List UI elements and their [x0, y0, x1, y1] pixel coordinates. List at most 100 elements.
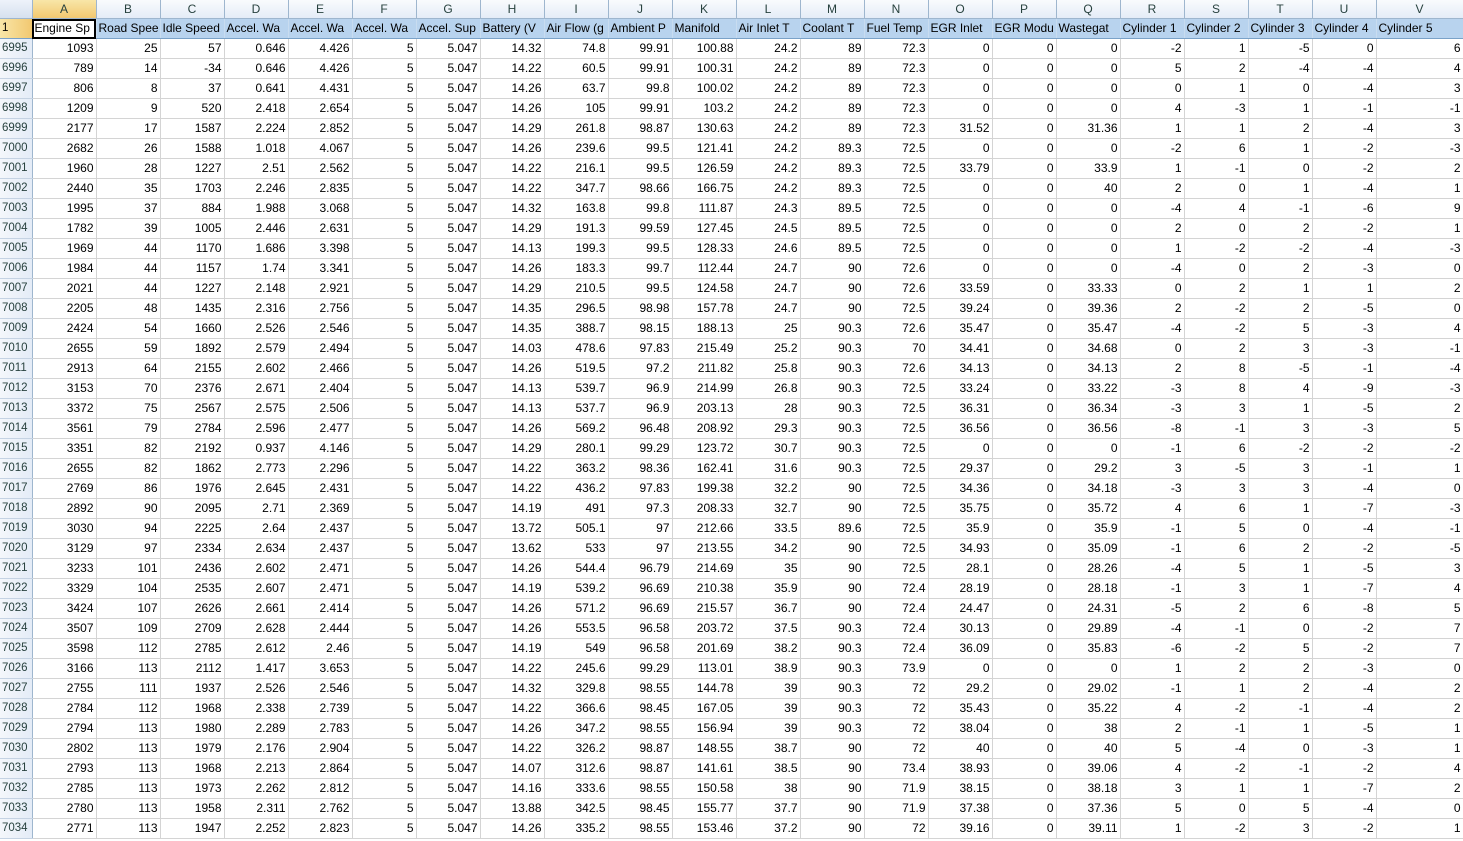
cell[interactable]: 2.444	[288, 618, 353, 639]
cell[interactable]: 2.466	[288, 358, 353, 379]
cell[interactable]: 5	[352, 698, 417, 719]
cell[interactable]: 14.26	[480, 818, 545, 839]
cell[interactable]: 239.6	[544, 138, 609, 159]
cell[interactable]: -1	[1376, 518, 1463, 539]
cell[interactable]: 2.71	[224, 498, 289, 519]
cell[interactable]: 1	[1376, 218, 1463, 239]
cell[interactable]: 14.13	[480, 378, 545, 399]
cell[interactable]: 0	[1376, 658, 1463, 679]
cell[interactable]: 36.31	[928, 398, 993, 419]
cell[interactable]: 1	[1184, 38, 1249, 59]
cell[interactable]: -3	[1376, 238, 1463, 259]
row-header[interactable]: 6995	[0, 38, 33, 59]
row-header[interactable]: 7027	[0, 678, 33, 699]
cell[interactable]: 40	[1056, 738, 1121, 759]
cell[interactable]: -2	[1120, 138, 1185, 159]
cell[interactable]: 2655	[32, 458, 97, 479]
cell[interactable]: 28	[736, 398, 801, 419]
cell[interactable]: 0	[1056, 38, 1121, 59]
cell[interactable]: 72.5	[864, 498, 929, 519]
cell[interactable]: 3153	[32, 378, 97, 399]
cell[interactable]: 0	[992, 578, 1057, 599]
cell[interactable]: 0	[992, 658, 1057, 679]
cell[interactable]: 72	[864, 738, 929, 759]
cell[interactable]: -5	[1376, 538, 1463, 559]
cell[interactable]: 32.2	[736, 478, 801, 499]
cell[interactable]: 0	[1056, 78, 1121, 99]
cell[interactable]: 2771	[32, 818, 97, 839]
cell[interactable]: 1	[1120, 818, 1185, 839]
cell[interactable]: 5.047	[416, 498, 481, 519]
cell[interactable]: 3351	[32, 438, 97, 459]
cell[interactable]: 99.59	[608, 218, 673, 239]
cell[interactable]: 96.9	[608, 398, 673, 419]
cell[interactable]: 99.8	[608, 78, 673, 99]
cell[interactable]: 212.66	[672, 518, 737, 539]
cell[interactable]: 72.5	[864, 198, 929, 219]
cell[interactable]: 90.3	[800, 698, 865, 719]
cell[interactable]: 38.93	[928, 758, 993, 779]
row-header[interactable]: 6999	[0, 118, 33, 139]
cell[interactable]: -1	[1248, 758, 1313, 779]
cell[interactable]: 1	[1376, 818, 1463, 839]
cell[interactable]: -1	[1184, 618, 1249, 639]
cell[interactable]: 2.921	[288, 278, 353, 299]
cell[interactable]: -1	[1248, 698, 1313, 719]
cell[interactable]: -5	[1120, 598, 1185, 619]
cell[interactable]: 3	[1376, 558, 1463, 579]
cell[interactable]: 90.3	[800, 678, 865, 699]
column-header-j[interactable]: J	[608, 0, 673, 19]
cell[interactable]: 113	[96, 778, 161, 799]
cell[interactable]: 5	[352, 198, 417, 219]
cell[interactable]: 13.72	[480, 518, 545, 539]
header-cell[interactable]: EGR Inlet	[928, 18, 993, 39]
cell[interactable]: 14.32	[480, 38, 545, 59]
column-header-p[interactable]: P	[992, 0, 1057, 19]
cell[interactable]: 99.29	[608, 438, 673, 459]
cell[interactable]: 38.18	[1056, 778, 1121, 799]
cell[interactable]: 0	[1120, 78, 1185, 99]
cell[interactable]: 5.047	[416, 658, 481, 679]
cell[interactable]: 4	[1376, 58, 1463, 79]
cell[interactable]: 1862	[160, 458, 225, 479]
cell[interactable]: 48	[96, 298, 161, 319]
cell[interactable]: 0	[1248, 618, 1313, 639]
cell[interactable]: 5	[352, 218, 417, 239]
cell[interactable]: 72.3	[864, 118, 929, 139]
row-header[interactable]: 7018	[0, 498, 33, 519]
cell[interactable]: 14.29	[480, 118, 545, 139]
cell[interactable]: 33.24	[928, 378, 993, 399]
cell[interactable]: 30.7	[736, 438, 801, 459]
cell[interactable]: 0	[1056, 58, 1121, 79]
row-header[interactable]: 7000	[0, 138, 33, 159]
cell[interactable]: 112	[96, 698, 161, 719]
row-header[interactable]: 7015	[0, 438, 33, 459]
cell[interactable]: 34.36	[928, 478, 993, 499]
cell[interactable]: 2	[1376, 778, 1463, 799]
cell[interactable]: 2	[1248, 298, 1313, 319]
cell[interactable]: -8	[1312, 598, 1377, 619]
cell[interactable]: 24.2	[736, 78, 801, 99]
cell[interactable]: 553.5	[544, 618, 609, 639]
cell[interactable]: -3	[1312, 418, 1377, 439]
cell[interactable]: 90.3	[800, 618, 865, 639]
cell[interactable]: 28.26	[1056, 558, 1121, 579]
select-all-corner[interactable]	[0, 0, 33, 19]
cell[interactable]: 24.31	[1056, 598, 1121, 619]
cell[interactable]: 2.338	[224, 698, 289, 719]
cell[interactable]: 3372	[32, 398, 97, 419]
cell[interactable]: -3	[1376, 138, 1463, 159]
row-header[interactable]: 7031	[0, 758, 33, 779]
cell[interactable]: 3	[1184, 578, 1249, 599]
cell[interactable]: 40	[1056, 178, 1121, 199]
cell[interactable]: 24.6	[736, 238, 801, 259]
cell[interactable]: -1	[1120, 518, 1185, 539]
cell[interactable]: -3	[1312, 658, 1377, 679]
cell[interactable]: 14.22	[480, 458, 545, 479]
cell[interactable]: 884	[160, 198, 225, 219]
cell[interactable]: 37.7	[736, 798, 801, 819]
cell[interactable]: 2.607	[224, 578, 289, 599]
cell[interactable]: 366.6	[544, 698, 609, 719]
cell[interactable]: 5	[352, 778, 417, 799]
cell[interactable]: 0.641	[224, 78, 289, 99]
